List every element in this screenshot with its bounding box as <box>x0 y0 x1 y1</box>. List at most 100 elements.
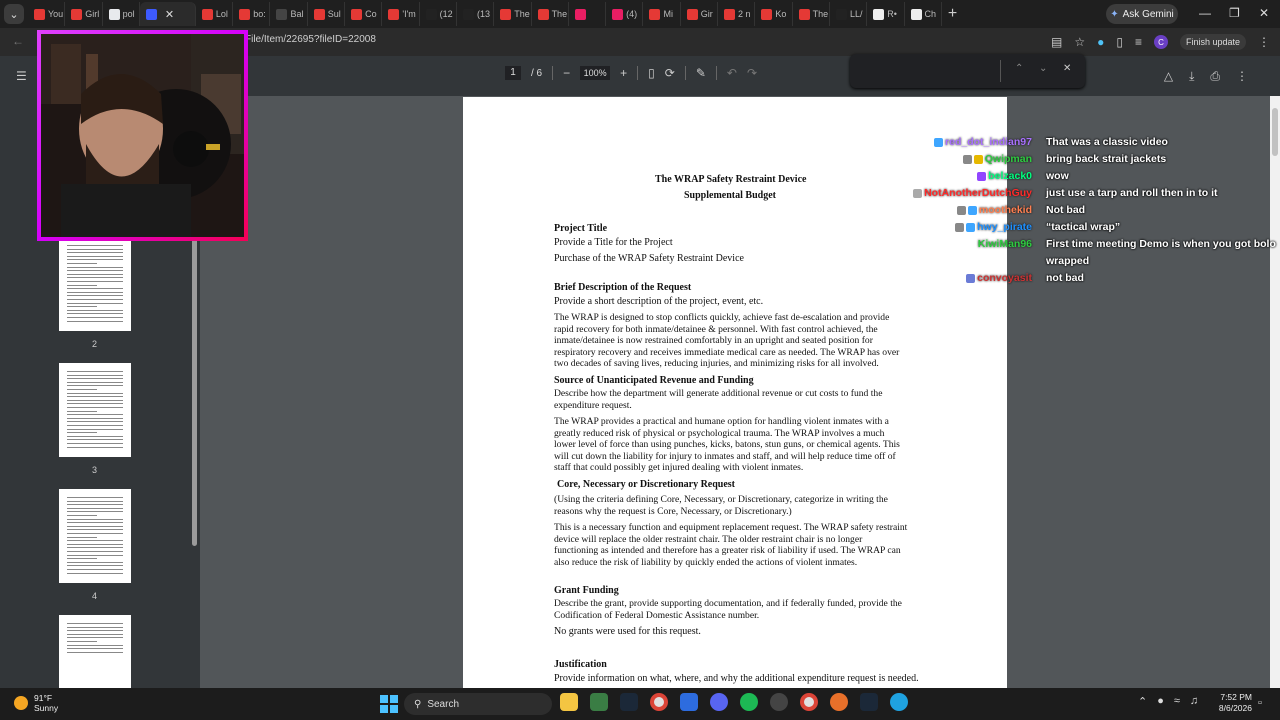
redo-icon[interactable]: ↷ <box>747 66 757 80</box>
browser-tab[interactable] <box>569 2 607 26</box>
finish-update-button[interactable]: Finish update <box>1179 34 1246 50</box>
browser-tab[interactable]: 2 n <box>718 2 756 26</box>
app-icon[interactable] <box>590 693 608 711</box>
taskbar-search[interactable]: ⚲ Search <box>404 693 552 715</box>
close-window-button[interactable]: ✕ <box>1259 6 1269 20</box>
tab-label: (4) <box>626 9 638 19</box>
page-thumbnail[interactable] <box>59 237 131 331</box>
extension-blue-icon[interactable]: ● <box>1097 35 1104 49</box>
close-icon[interactable]: ✕ <box>1063 63 1071 74</box>
chat-user[interactable]: KiwiMan96 <box>978 238 1032 250</box>
chat-user[interactable]: hwy_pirate <box>955 221 1032 233</box>
chat-user[interactable]: Qwipman <box>962 153 1032 165</box>
browser-tab[interactable]: You <box>28 2 66 26</box>
browser-tab[interactable]: bo: <box>233 2 271 26</box>
browser-tab[interactable]: R• <box>867 2 905 26</box>
more-vert-icon[interactable]: ⋮ <box>1236 69 1248 83</box>
chevron-down-icon[interactable]: ⌄ <box>1039 63 1047 74</box>
close-icon[interactable]: ✕ <box>165 8 174 21</box>
chrome-icon[interactable] <box>800 693 818 711</box>
tab-label: The <box>551 9 568 19</box>
zoom-input[interactable]: 100% <box>580 66 611 80</box>
chat-user[interactable]: belzack0 <box>977 170 1032 182</box>
file-explorer-icon[interactable] <box>560 693 578 711</box>
arrow-left-icon[interactable]: ← <box>12 34 24 48</box>
extensions-icon[interactable]: ▯ <box>1116 35 1123 49</box>
print-icon[interactable]: ⎙ <box>1210 69 1220 84</box>
browser-tab[interactable]: Sul <box>308 2 346 26</box>
thumbnail-text-line <box>67 277 123 279</box>
download-icon[interactable]: ⤓ <box>1189 69 1194 84</box>
page-icon[interactable]: ▤ <box>1051 35 1062 49</box>
profile-avatar[interactable]: C <box>1153 35 1168 49</box>
windows-start-icon[interactable] <box>380 695 398 713</box>
fit-page-icon[interactable]: ▯ <box>648 66 655 80</box>
rotate-icon[interactable]: ⟳ <box>665 66 675 80</box>
browser-tab[interactable]: (4) <box>606 2 644 26</box>
plus-icon[interactable]: + <box>620 66 627 80</box>
microphone-icon[interactable]: ● <box>1157 695 1164 708</box>
browser-tab[interactable]: Girl <box>65 2 103 26</box>
browser-tab[interactable]: Ch <box>905 2 942 26</box>
app-icon[interactable] <box>680 693 698 711</box>
steam-icon[interactable] <box>620 693 638 711</box>
thumbnail-text-line <box>67 273 123 275</box>
maximize-button[interactable]: ❐ <box>1229 6 1240 20</box>
page-thumbnail[interactable] <box>59 615 131 688</box>
url-field[interactable]: vFile/Item/22695?fileID=22008 <box>240 34 376 45</box>
chevron-up-icon[interactable]: ⌃ <box>1138 695 1147 708</box>
tab-favicon-icon <box>649 8 661 20</box>
main-scrollbar-thumb[interactable] <box>1272 108 1278 156</box>
discord-icon[interactable] <box>710 693 728 711</box>
main-scrollbar[interactable] <box>1270 96 1280 688</box>
chrome-icon[interactable] <box>650 693 668 711</box>
page-thumbnail[interactable] <box>59 489 131 583</box>
browser-tab[interactable]: The <box>494 2 532 26</box>
notification-icon[interactable]: ▫ <box>1258 697 1262 709</box>
app-icon[interactable] <box>740 693 758 711</box>
page-thumbnail[interactable] <box>59 363 131 457</box>
ask-gemini-button[interactable]: ✦ Ask Gemini <box>1106 4 1178 24</box>
reading-list-icon[interactable]: ≡ <box>1135 35 1142 49</box>
temperature: 91°F <box>34 693 53 703</box>
new-tab-button[interactable]: + <box>948 5 957 23</box>
tab-search-button[interactable]: ⌄ <box>4 4 24 24</box>
browser-tab[interactable]: Co <box>345 2 383 26</box>
minimize-button[interactable]: — <box>1199 6 1211 20</box>
browser-tab[interactable]: The <box>793 2 830 26</box>
volume-icon[interactable]: ♫ <box>1190 695 1198 708</box>
save-drive-icon[interactable]: △ <box>1164 69 1173 83</box>
browser-tab[interactable]: Ko <box>755 2 793 26</box>
browser-tab[interactable]: (13 <box>457 2 495 26</box>
undo-icon[interactable]: ↶ <box>727 66 737 80</box>
more-vert-icon[interactable]: ⋮ <box>1258 35 1270 49</box>
browser-tab[interactable]: Bal <box>270 2 308 26</box>
chat-badge-icon <box>966 273 976 283</box>
browser-tab[interactable]: Gir <box>681 2 719 26</box>
chat-user[interactable]: convoyasit <box>966 272 1032 284</box>
clock[interactable]: 7:52 PM 8/6/2026 <box>1216 692 1252 714</box>
chat-user[interactable]: red_dot_indian97 <box>934 136 1032 148</box>
browser-tab[interactable]: LL/ <box>830 2 868 26</box>
app-icon[interactable] <box>770 693 788 711</box>
app-icon[interactable] <box>830 693 848 711</box>
steam-icon[interactable] <box>860 693 878 711</box>
annotate-icon[interactable]: ✎ <box>696 66 706 80</box>
hamburger-icon[interactable]: ☰ <box>16 69 27 83</box>
browser-tab[interactable]: Lol <box>196 2 234 26</box>
star-icon[interactable]: ☆ <box>1074 35 1085 49</box>
chat-user[interactable]: NotAnotherDutchGuy <box>913 187 1032 199</box>
browser-tab[interactable]: 'I'm <box>382 2 420 26</box>
wifi-icon[interactable]: ≈ <box>1174 695 1180 708</box>
chevron-up-icon[interactable]: ⌃ <box>1015 63 1023 74</box>
browser-tab[interactable]: pol <box>103 2 140 26</box>
chat-user[interactable]: moothekid <box>956 204 1032 216</box>
browser-tab[interactable]: Mi <box>643 2 681 26</box>
browser-tab[interactable]: The <box>532 2 569 26</box>
browser-tab[interactable]: ✕ <box>139 2 196 26</box>
app-icon[interactable] <box>890 693 908 711</box>
minus-icon[interactable]: − <box>563 66 570 80</box>
page-number-input[interactable]: 1 <box>505 66 521 80</box>
weather-widget[interactable]: 91°F Sunny <box>14 693 58 713</box>
browser-tab[interactable]: (12 <box>420 2 457 26</box>
